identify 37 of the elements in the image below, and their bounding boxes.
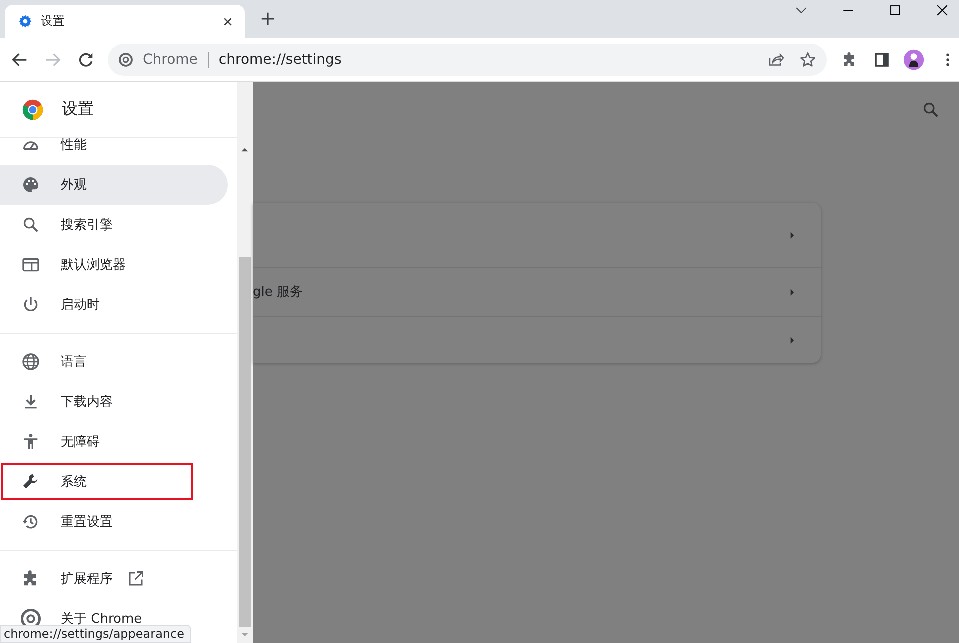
url-text: chrome://settings bbox=[218, 52, 342, 68]
chrome-logo-icon bbox=[22, 98, 44, 120]
gear-icon bbox=[18, 14, 33, 29]
side-panel-icon[interactable] bbox=[873, 50, 891, 68]
sidebar-item[interactable]: 语言 bbox=[0, 342, 228, 382]
scroll-up-icon[interactable] bbox=[241, 146, 249, 154]
sidebar-item[interactable]: 无障碍 bbox=[0, 422, 228, 462]
address-bar[interactable]: Chrome chrome://settings bbox=[108, 44, 827, 76]
sidebar-title: 设置 bbox=[62, 99, 94, 120]
avatar-icon[interactable] bbox=[903, 48, 925, 70]
maximize-icon[interactable] bbox=[889, 4, 902, 17]
sidebar-item[interactable]: 下载内容 bbox=[0, 382, 228, 422]
close-icon[interactable] bbox=[223, 16, 233, 26]
search-icon[interactable] bbox=[921, 100, 941, 120]
sidebar-item[interactable]: 扩展程序 bbox=[0, 559, 228, 599]
sidebar-item[interactable]: 外观 bbox=[0, 165, 228, 205]
sidebar-item[interactable]: 重置设置 bbox=[0, 502, 228, 542]
tab-title: 设置 bbox=[41, 13, 66, 30]
share-icon[interactable] bbox=[767, 50, 785, 68]
close-icon[interactable] bbox=[936, 4, 949, 17]
scrollbar-thumb[interactable] bbox=[239, 257, 251, 627]
scrollbar[interactable] bbox=[237, 82, 253, 643]
status-tooltip: chrome://settings/appearance bbox=[0, 625, 191, 643]
browser-tab[interactable]: 设置 bbox=[5, 5, 245, 38]
palette-icon bbox=[21, 175, 41, 195]
card-row[interactable]: gle 服务 bbox=[253, 267, 821, 316]
chrome-logo-icon bbox=[118, 52, 134, 68]
search-icon bbox=[21, 215, 41, 235]
star-icon[interactable] bbox=[799, 50, 817, 68]
globe-icon bbox=[21, 352, 41, 372]
sidebar-item[interactable]: 性能 bbox=[0, 138, 228, 165]
sidebar-item[interactable]: 搜索引擎 bbox=[0, 205, 228, 245]
sidebar-item[interactable]: 系统 bbox=[0, 462, 228, 502]
sidebar-item[interactable]: 启动时 bbox=[0, 285, 228, 325]
new-tab-icon[interactable] bbox=[261, 12, 275, 26]
site-label: Chrome bbox=[143, 52, 198, 68]
sidebar-item[interactable]: 默认浏览器 bbox=[0, 245, 228, 285]
